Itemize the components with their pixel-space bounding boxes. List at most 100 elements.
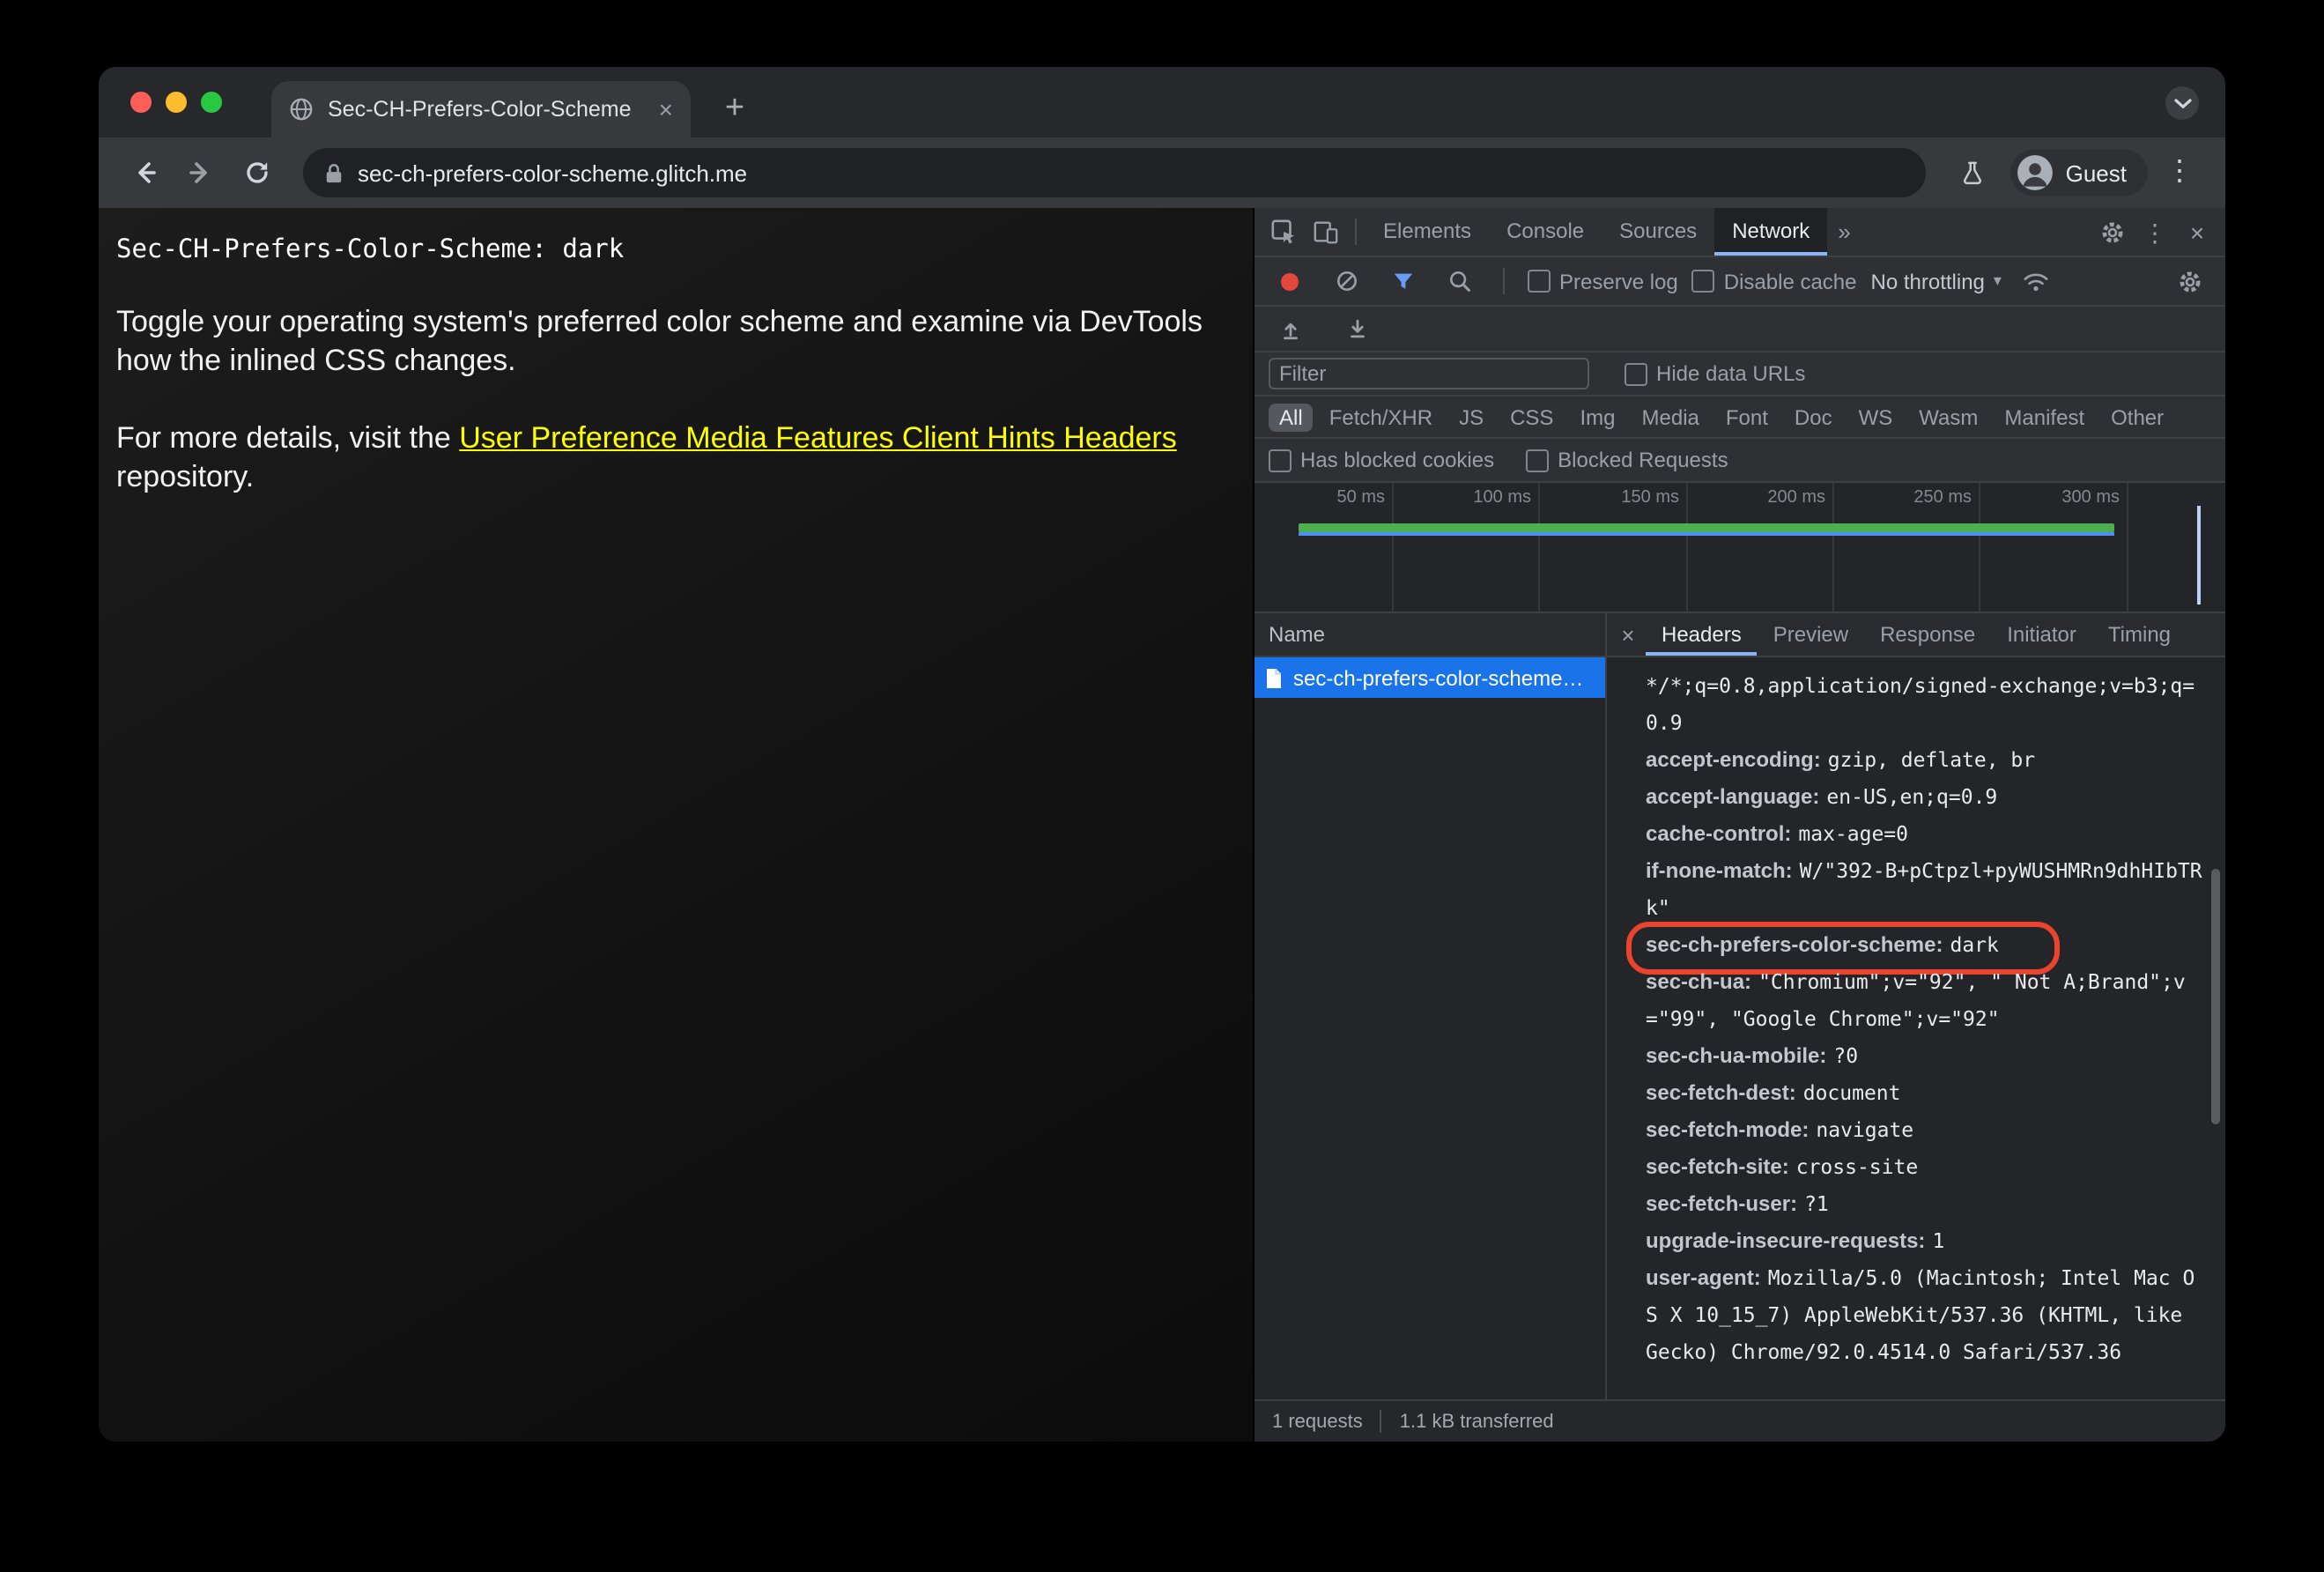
forward-button[interactable] bbox=[176, 148, 226, 197]
gridline bbox=[2127, 483, 2128, 612]
filter-chip-wasm[interactable]: Wasm bbox=[1908, 403, 1988, 431]
devtools-close-button[interactable]: × bbox=[2176, 211, 2218, 253]
header-name: sec-fetch-dest: bbox=[1646, 1080, 1796, 1105]
address-bar[interactable]: sec-ch-prefers-color-scheme.glitch.me bbox=[303, 148, 1927, 197]
filter-input[interactable] bbox=[1269, 358, 1589, 389]
tab-console[interactable]: Console bbox=[1489, 208, 1602, 256]
repository-link[interactable]: User Preference Media Features Client Hi… bbox=[459, 421, 1176, 455]
devtools-settings-button[interactable] bbox=[2091, 211, 2134, 253]
tick-label: 150 ms bbox=[1621, 488, 1679, 508]
network-overview-timeline[interactable]: 50 ms 100 ms 150 ms 200 ms 250 ms 300 ms bbox=[1255, 483, 2225, 613]
filter-chip-other[interactable]: Other bbox=[2100, 403, 2174, 431]
tick-label: 50 ms bbox=[1336, 488, 1385, 508]
forward-arrow-icon bbox=[189, 162, 207, 183]
devtools-menu-button[interactable]: ⋮ bbox=[2134, 211, 2176, 253]
window-close-button[interactable] bbox=[130, 92, 152, 113]
preserve-log-checkbox[interactable]: Preserve log bbox=[1528, 269, 1678, 293]
header-value: document bbox=[1802, 1080, 1901, 1105]
tab-initiator[interactable]: Initiator bbox=[1991, 613, 2092, 656]
gridline bbox=[1392, 483, 1394, 612]
tab-network[interactable]: Network bbox=[1714, 208, 1828, 256]
gridline bbox=[1832, 483, 1834, 612]
record-network-log-button[interactable] bbox=[1269, 260, 1311, 302]
header-value: ?1 bbox=[1804, 1191, 1829, 1216]
tick-label: 100 ms bbox=[1473, 488, 1531, 508]
more-tabs-icon[interactable]: » bbox=[1827, 219, 1861, 245]
close-icon: × bbox=[2189, 218, 2205, 246]
blocked-filters-bar: Has blocked cookies Blocked Requests bbox=[1255, 439, 2225, 483]
blocked-requests-checkbox[interactable]: Blocked Requests bbox=[1526, 448, 1728, 472]
hide-data-urls-checkbox[interactable]: Hide data URLs bbox=[1625, 361, 1805, 386]
scrollbar-thumb[interactable] bbox=[2211, 869, 2220, 1124]
tab-title: Sec-CH-Prefers-Color-Scheme bbox=[328, 97, 632, 122]
document-icon bbox=[1265, 667, 1283, 688]
header-name: sec-ch-prefers-color-scheme: bbox=[1646, 932, 1943, 957]
download-arrow-icon bbox=[1350, 319, 1364, 338]
filter-chip-css[interactable]: CSS bbox=[1499, 403, 1564, 431]
tab-search-button[interactable] bbox=[2165, 86, 2199, 120]
devtools-tab-bar: Elements Console Sources Network » ⋮ × bbox=[1255, 208, 2225, 257]
inspect-element-button[interactable] bbox=[1262, 211, 1304, 253]
browser-tab[interactable]: Sec-CH-Prefers-Color-Scheme × bbox=[271, 81, 691, 137]
filter-chip-all[interactable]: All bbox=[1269, 403, 1314, 431]
caret-down-icon: ▾ bbox=[1993, 271, 2002, 289]
header-row: accept-language: en-US,en;q=0.9 bbox=[1646, 779, 2204, 816]
filter-chip-img[interactable]: Img bbox=[1569, 403, 1625, 431]
window-minimize-button[interactable] bbox=[166, 92, 187, 113]
request-timeline-bar-secondary bbox=[1299, 532, 2114, 536]
checkbox-icon bbox=[1269, 449, 1292, 471]
reload-button[interactable] bbox=[233, 148, 282, 197]
close-detail-icon[interactable]: × bbox=[1610, 621, 1646, 648]
network-settings-button[interactable] bbox=[2169, 260, 2211, 302]
header-value: */*;q=0.8,application/signed-exchange;v=… bbox=[1646, 673, 2195, 735]
header-name: sec-ch-ua-mobile: bbox=[1646, 1043, 1827, 1068]
export-har-button[interactable] bbox=[1336, 308, 1378, 350]
filter-chip-fetch-xhr[interactable]: Fetch/XHR bbox=[1319, 403, 1443, 431]
header-name: user-agent: bbox=[1646, 1265, 1761, 1290]
gridline bbox=[1979, 483, 1980, 612]
filter-chip-manifest[interactable]: Manifest bbox=[1994, 403, 2095, 431]
tab-response[interactable]: Response bbox=[1864, 613, 1991, 656]
device-toolbar-button[interactable] bbox=[1304, 211, 1346, 253]
tab-headers[interactable]: Headers bbox=[1646, 613, 1758, 656]
tab-elements[interactable]: Elements bbox=[1366, 208, 1489, 256]
tab-close-icon[interactable]: × bbox=[659, 97, 673, 122]
header-row: sec-fetch-user: ?1 bbox=[1646, 1186, 2204, 1223]
record-icon bbox=[1281, 272, 1299, 290]
detail-tab-bar: × Headers Preview Response Initiator Tim… bbox=[1607, 613, 2225, 657]
network-conditions-button[interactable] bbox=[2016, 260, 2058, 302]
browser-menu-button[interactable]: ⋮ bbox=[2155, 148, 2204, 197]
filter-chip-ws[interactable]: WS bbox=[1848, 403, 1904, 431]
tab-sources[interactable]: Sources bbox=[1602, 208, 1714, 256]
paragraph-text: For more details, visit the bbox=[116, 421, 460, 456]
tab-timing[interactable]: Timing bbox=[2092, 613, 2187, 656]
import-har-button[interactable] bbox=[1269, 308, 1311, 350]
header-row: user-agent: Mozilla/5.0 (Macintosh; Intel… bbox=[1646, 1260, 2204, 1371]
clear-network-log-button[interactable] bbox=[1325, 260, 1367, 302]
filter-chip-media[interactable]: Media bbox=[1632, 403, 1710, 431]
window-zoom-button[interactable] bbox=[201, 92, 222, 113]
tab-preview[interactable]: Preview bbox=[1758, 613, 1864, 656]
new-tab-button[interactable]: + bbox=[715, 90, 754, 129]
search-icon bbox=[1449, 271, 1469, 292]
labs-beaker-button[interactable] bbox=[1948, 148, 1997, 197]
has-blocked-cookies-checkbox[interactable]: Has blocked cookies bbox=[1269, 448, 1494, 472]
resource-type-filters: All Fetch/XHR JS CSS Img Media Font Doc … bbox=[1255, 397, 2225, 439]
filter-chip-doc[interactable]: Doc bbox=[1784, 403, 1843, 431]
lock-icon[interactable] bbox=[324, 161, 344, 184]
filter-chip-js[interactable]: JS bbox=[1448, 403, 1494, 431]
request-row[interactable]: sec-ch-prefers-color-scheme… bbox=[1255, 657, 1605, 698]
profile-button[interactable]: Guest bbox=[2010, 150, 2148, 196]
requests-detail-split: Name sec-ch-prefers-color-scheme… × Head… bbox=[1255, 613, 2225, 1399]
disable-cache-checkbox[interactable]: Disable cache bbox=[1691, 269, 1857, 293]
filter-toggle-button[interactable] bbox=[1381, 260, 1424, 302]
device-toolbar-icon bbox=[1313, 221, 1337, 244]
filter-chip-font[interactable]: Font bbox=[1715, 403, 1779, 431]
search-button[interactable] bbox=[1438, 260, 1480, 302]
checkbox-label: Preserve log bbox=[1559, 269, 1678, 293]
header-value: en-US,en;q=0.9 bbox=[1826, 784, 1998, 809]
throttling-dropdown[interactable]: No throttling ▾ bbox=[1871, 269, 2002, 293]
header-name: accept-encoding: bbox=[1646, 747, 1821, 772]
name-column-header[interactable]: Name bbox=[1255, 613, 1605, 657]
back-button[interactable] bbox=[120, 148, 169, 197]
